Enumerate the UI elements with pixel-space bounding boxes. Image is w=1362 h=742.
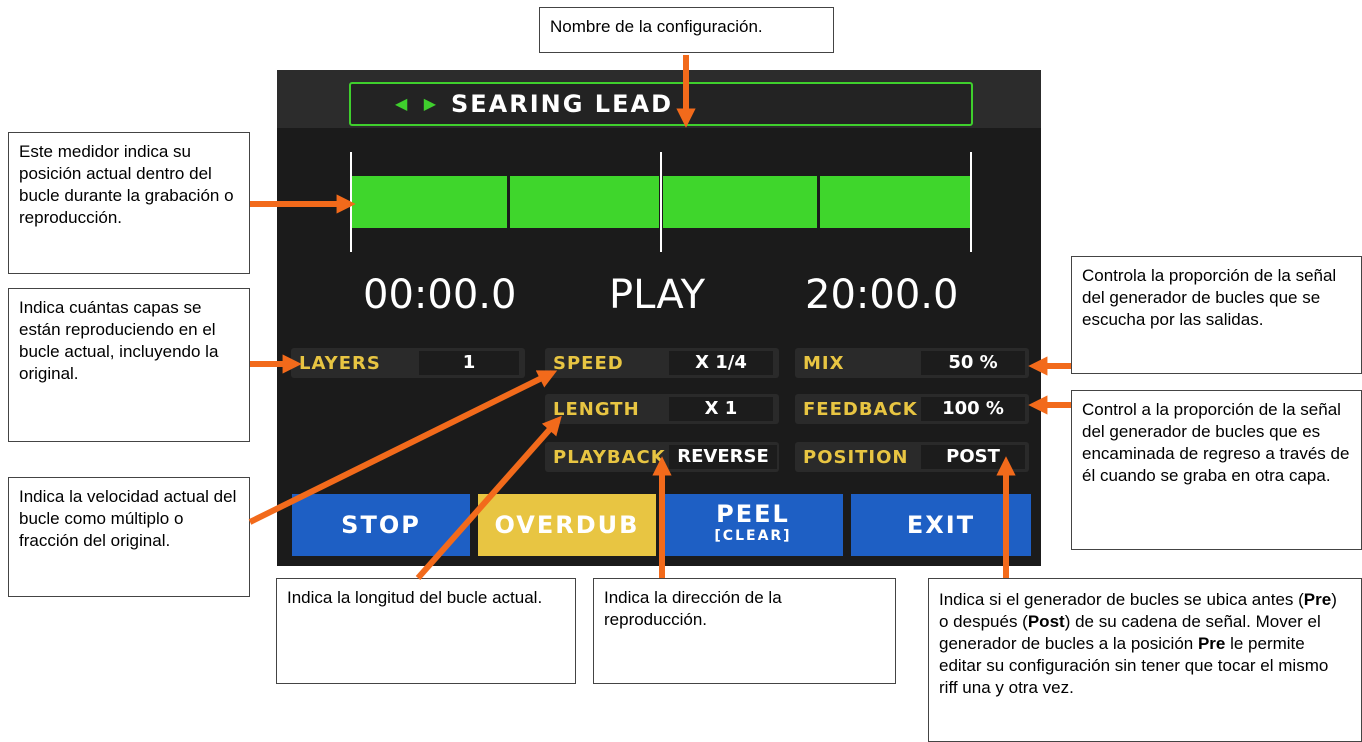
arrow-speed [248, 370, 558, 525]
annotation-arrows [248, 55, 1071, 580]
arrow-length [415, 415, 562, 580]
